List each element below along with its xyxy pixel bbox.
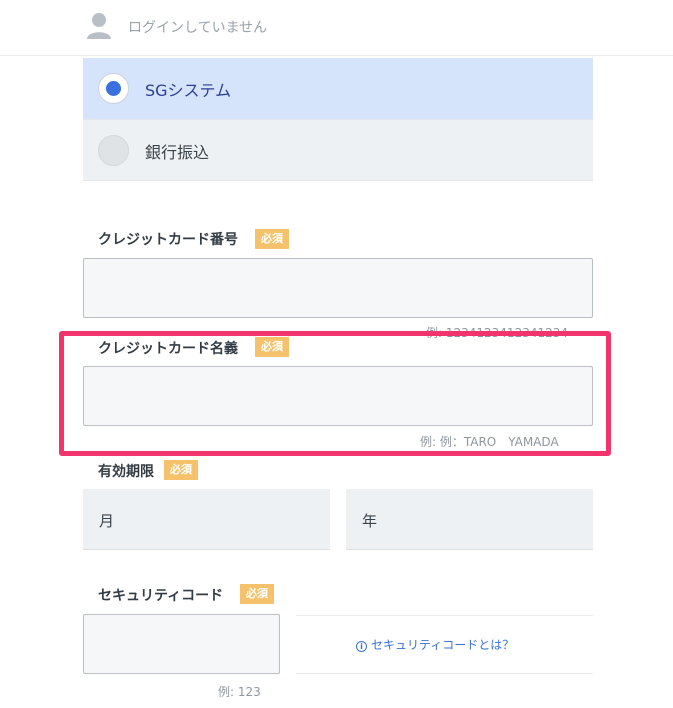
required-badge: 必須 xyxy=(255,337,289,357)
card-number-hint: 例: 1234123412341234 xyxy=(426,326,569,340)
info-icon: i xyxy=(356,641,367,652)
security-code-help-row: i セキュリティコードとは？ xyxy=(296,615,593,674)
card-number-input[interactable] xyxy=(83,258,593,318)
security-code-label: セキュリティコード xyxy=(98,588,224,604)
card-name-input[interactable] xyxy=(83,366,593,426)
card-number-label: クレジットカード番号 xyxy=(98,232,238,248)
required-badge: 必須 xyxy=(240,584,274,604)
security-code-hint: 例: 123 xyxy=(218,685,261,699)
expiry-label: 有効期限 xyxy=(98,464,154,480)
expiry-month-select[interactable]: 月 xyxy=(83,489,330,550)
required-badge: 必須 xyxy=(255,229,289,249)
payment-option-label: SGシステム xyxy=(145,81,232,100)
expiry-year-select[interactable]: 年 xyxy=(346,489,593,550)
payment-option-bank-transfer[interactable]: 銀行振込 xyxy=(83,120,593,181)
login-status-text: ログインしていません xyxy=(128,20,268,36)
security-code-help-text: セキュリティコードとは？ xyxy=(371,638,515,652)
card-name-hint: 例: 例：TARO YAMADA xyxy=(420,435,559,449)
security-code-help-link[interactable]: i セキュリティコードとは？ xyxy=(356,636,514,653)
expiry-month-value: 月 xyxy=(99,512,115,530)
expiry-year-value: 年 xyxy=(362,512,378,530)
radio-selected-icon[interactable] xyxy=(98,73,129,104)
user-icon xyxy=(87,13,111,39)
required-badge: 必須 xyxy=(164,460,198,480)
payment-option-label: 銀行振込 xyxy=(145,143,210,162)
security-code-input[interactable] xyxy=(83,614,280,674)
payment-option-sg-system[interactable]: SGシステム xyxy=(83,58,593,120)
card-name-label: クレジットカード名義 xyxy=(98,341,238,357)
radio-unselected-icon[interactable] xyxy=(98,135,129,166)
header: ログインしていません xyxy=(0,0,673,56)
